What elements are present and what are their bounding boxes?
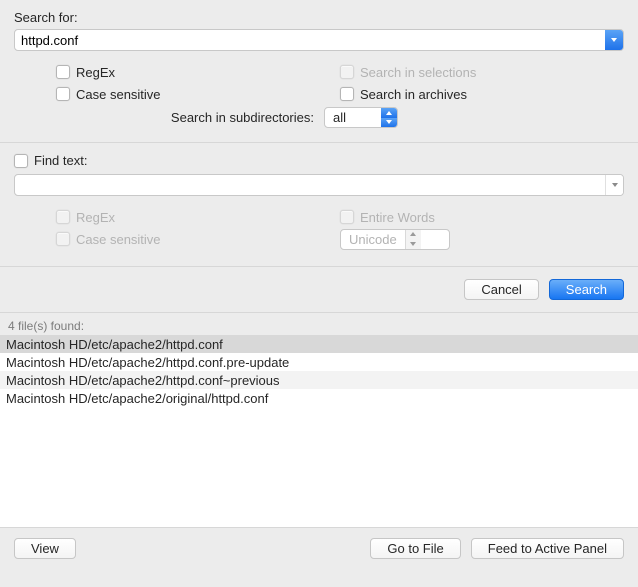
case-label: Case sensitive bbox=[76, 87, 161, 102]
find-text-combo[interactable] bbox=[14, 174, 624, 196]
search-button[interactable]: Search bbox=[549, 279, 624, 300]
stepper-icon[interactable] bbox=[381, 108, 397, 127]
search-options: RegEx Case sensitive Search in selection… bbox=[14, 61, 624, 105]
subdir-value: all bbox=[325, 110, 381, 125]
subdir-label: Search in subdirectories: bbox=[14, 110, 314, 125]
feed-to-panel-button[interactable]: Feed to Active Panel bbox=[471, 538, 624, 559]
result-row[interactable]: Macintosh HD/etc/apache2/httpd.conf~prev… bbox=[0, 371, 638, 389]
encoding-select: Unicode bbox=[340, 229, 450, 250]
results-empty-area bbox=[0, 407, 638, 527]
find-text-checkbox[interactable] bbox=[14, 154, 28, 168]
case-checkbox[interactable] bbox=[56, 87, 70, 101]
find-text-label: Find text: bbox=[34, 153, 87, 168]
regex-checkbox[interactable] bbox=[56, 65, 70, 79]
go-to-file-button[interactable]: Go to File bbox=[370, 538, 460, 559]
view-button[interactable]: View bbox=[14, 538, 76, 559]
results-list: Macintosh HD/etc/apache2/httpd.conf Maci… bbox=[0, 335, 638, 407]
entire-words-checkbox bbox=[340, 210, 354, 224]
find-case-checkbox bbox=[56, 232, 70, 246]
stepper-icon bbox=[405, 230, 421, 249]
entire-words-label: Entire Words bbox=[360, 210, 435, 225]
find-options: RegEx Case sensitive Entire Words Unicod… bbox=[14, 206, 624, 250]
results-count: 4 file(s) found: bbox=[0, 312, 638, 335]
result-row[interactable]: Macintosh HD/etc/apache2/original/httpd.… bbox=[0, 389, 638, 407]
subdir-select[interactable]: all bbox=[324, 107, 398, 128]
search-for-label: Search for: bbox=[14, 10, 624, 25]
search-for-combo[interactable] bbox=[14, 29, 624, 51]
search-for-input[interactable] bbox=[15, 30, 605, 50]
selections-checkbox bbox=[340, 65, 354, 79]
archives-label: Search in archives bbox=[360, 87, 467, 102]
archives-checkbox[interactable] bbox=[340, 87, 354, 101]
encoding-value: Unicode bbox=[341, 232, 405, 247]
action-buttons: Cancel Search bbox=[0, 267, 638, 312]
find-text-input[interactable] bbox=[15, 175, 605, 195]
result-row[interactable]: Macintosh HD/etc/apache2/httpd.conf.pre-… bbox=[0, 353, 638, 371]
find-text-section: Find text: RegEx Case sensitive Entire W… bbox=[0, 143, 638, 258]
result-row[interactable]: Macintosh HD/etc/apache2/httpd.conf bbox=[0, 335, 638, 353]
dropdown-icon[interactable] bbox=[605, 175, 623, 195]
cancel-button[interactable]: Cancel bbox=[464, 279, 538, 300]
dropdown-icon[interactable] bbox=[605, 30, 623, 50]
selections-label: Search in selections bbox=[360, 65, 476, 80]
regex-label: RegEx bbox=[76, 65, 115, 80]
find-regex-label: RegEx bbox=[76, 210, 115, 225]
find-case-label: Case sensitive bbox=[76, 232, 161, 247]
find-regex-checkbox bbox=[56, 210, 70, 224]
bottom-bar: View Go to File Feed to Active Panel bbox=[0, 527, 638, 569]
search-for-section: Search for: RegEx Case sensitive Search … bbox=[0, 0, 638, 134]
